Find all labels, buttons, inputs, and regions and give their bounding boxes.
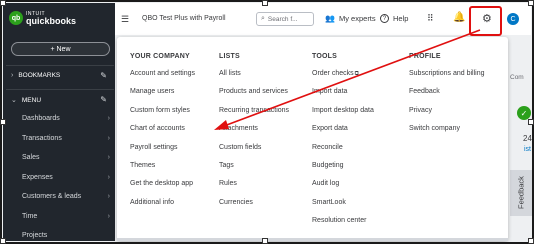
resize-handle[interactable] [528,238,534,244]
chevron-right-icon: › [107,174,110,181]
sidebar-item-expenses[interactable]: Expenses › [22,174,112,181]
chevron-right-icon: › [107,135,110,142]
experts-icon: 👥 [325,14,335,23]
sidebar-item-dashboards[interactable]: Dashboards › [22,115,112,122]
menu-item-audit-log[interactable]: Audit log [312,175,374,193]
menu-item-resolution-center[interactable]: Resolution center [312,212,374,230]
company-name: QBO Test Plus with Payroll [142,15,226,22]
sidebar-item-transactions[interactable]: Transactions › [22,135,112,142]
apps-grid-icon[interactable]: ⠿ [427,13,434,24]
background-link[interactable]: ist [524,146,531,153]
menu-item-payroll-settings[interactable]: Payroll settings [130,139,195,157]
menu-item-export-data[interactable]: Export data [312,120,374,138]
help-button[interactable]: ? Help [380,14,408,23]
screenshot-frame: qb INTUIT quickbooks + New › BOOKMARKS ✎… [0,0,534,244]
menu-item-rules[interactable]: Rules [219,175,289,193]
menu-item-additional-info[interactable]: Additional info [130,194,195,212]
gear-highlight-box [469,6,502,36]
resize-handle[interactable] [0,0,6,6]
resize-handle[interactable] [0,238,6,244]
collapse-menu-icon[interactable]: ☰ [121,14,129,25]
menu-label: MENU [21,96,42,104]
menu-item-attachments[interactable]: Attachments [219,120,289,138]
chevron-right-icon: › [107,193,110,200]
chevron-right-icon: › [11,72,14,79]
menu-item-smartlook[interactable]: SmartLook [312,194,374,212]
menu-section[interactable]: ⌄ MENU [11,96,42,105]
menu-item-currencies[interactable]: Currencies [219,194,289,212]
background-number: 24 [523,134,532,143]
menu-item-switch-company[interactable]: Switch company [409,120,485,138]
menu-item-budgeting[interactable]: Budgeting [312,157,374,175]
chevron-right-icon: › [107,115,110,122]
settings-dropdown: YOUR COMPANY Account and settings Manage… [117,37,508,241]
background-text: Com [510,74,524,81]
external-link-icon: ⧉ [354,71,359,77]
menu-item-desktop-app[interactable]: Get the desktop app [130,175,195,193]
menu-item-tags[interactable]: Tags [219,157,289,175]
bookmarks-label: BOOKMARKS [18,72,61,79]
menu-item-themes[interactable]: Themes [130,157,195,175]
resize-handle[interactable] [0,119,6,125]
quickbooks-logo-icon: qb [9,11,23,25]
edit-bookmarks-pencil-icon[interactable]: ✎ [100,71,107,80]
menu-item-import-data[interactable]: Import data [312,83,374,101]
menu-item-recurring-transactions[interactable]: Recurring transactions [219,102,289,120]
menu-item-all-lists[interactable]: All lists [219,65,289,83]
menu-item-import-desktop-data[interactable]: Import desktop data [312,102,374,120]
profile-heading: PROFILE [409,53,441,60]
menu-item-subscriptions-billing[interactable]: Subscriptions and billing [409,65,485,83]
search-input[interactable]: ⌕ Search f... [256,12,314,26]
dropdown-bottom-edge [117,238,508,241]
bookmarks-section[interactable]: › BOOKMARKS [11,72,60,79]
lists-column: LISTS All lists Products and services Re… [219,53,289,212]
menu-item-feedback[interactable]: Feedback [409,83,485,101]
notifications-bell-icon[interactable]: 🔔 [453,12,465,23]
profile-column: PROFILE Subscriptions and billing Feedba… [409,53,485,139]
resize-handle[interactable] [262,0,268,6]
resize-handle[interactable] [528,0,534,6]
avatar[interactable]: C [507,13,519,25]
your-company-column: YOUR COMPANY Account and settings Manage… [130,53,195,212]
logo-quickbooks-text: quickbooks [26,16,77,26]
sidebar-item-sales[interactable]: Sales › [22,154,112,161]
feedback-tab[interactable]: Feedback [510,170,532,216]
search-placeholder: Search f... [267,15,298,23]
tools-heading: TOOLS [312,53,337,60]
search-icon: ⌕ [261,15,265,22]
resize-handle[interactable] [528,119,534,125]
quickbooks-logo[interactable]: qb INTUIT quickbooks [9,11,77,26]
help-icon: ? [380,14,389,23]
menu-item-chart-of-accounts[interactable]: Chart of accounts [130,120,195,138]
menu-item-order-checks[interactable]: Order checks⧉ [312,65,374,83]
sidebar-item-time[interactable]: Time › [22,213,112,220]
edit-menu-pencil-icon[interactable]: ✎ [100,95,107,104]
menu-item-custom-fields[interactable]: Custom fields [219,139,289,157]
lists-heading: LISTS [219,53,240,60]
sidebar-item-projects[interactable]: Projects [22,232,112,239]
chevron-right-icon: › [107,154,110,161]
chevron-right-icon: › [107,213,110,220]
sidebar-divider [6,89,114,90]
new-button[interactable]: + New [11,42,110,56]
chevron-down-icon: ⌄ [11,97,17,104]
menu-item-products-services[interactable]: Products and services [219,83,289,101]
tools-column: TOOLS Order checks⧉ Import data Import d… [312,53,374,231]
menu-item-custom-form-styles[interactable]: Custom form styles [130,102,195,120]
sidebar: qb INTUIT quickbooks + New › BOOKMARKS ✎… [3,3,115,241]
checkmark-icon: ✓ [517,106,531,120]
your-company-heading: YOUR COMPANY [130,53,190,60]
sidebar-divider [6,65,114,66]
resize-handle[interactable] [262,238,268,244]
sidebar-item-customers-leads[interactable]: Customers & leads › [22,193,112,200]
menu-item-manage-users[interactable]: Manage users [130,83,195,101]
menu-item-account-settings[interactable]: Account and settings [130,65,195,83]
my-experts-button[interactable]: 👥 My experts [325,14,376,23]
menu-item-privacy[interactable]: Privacy [409,102,485,120]
menu-item-reconcile[interactable]: Reconcile [312,139,374,157]
